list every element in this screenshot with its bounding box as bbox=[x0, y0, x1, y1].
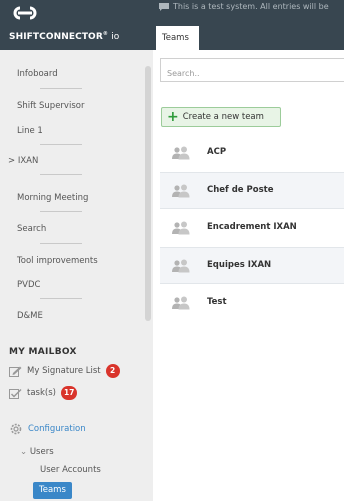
nav-separator bbox=[40, 298, 82, 299]
group-icon bbox=[172, 146, 190, 160]
plus-icon: + bbox=[167, 109, 179, 125]
nav-separator bbox=[40, 174, 82, 175]
sidebar-item-morning-meeting[interactable]: Morning Meeting bbox=[17, 193, 88, 203]
team-name: ACP bbox=[207, 147, 227, 157]
gear-icon bbox=[10, 423, 22, 435]
tasks-count-badge: 17 bbox=[60, 386, 78, 400]
tasks-label: task(s) bbox=[27, 388, 56, 398]
sidebar-nav: Infoboard Shift Supervisor Line 1 > IXAN… bbox=[0, 58, 145, 321]
team-row[interactable]: Equipes IXAN bbox=[160, 247, 344, 284]
task-check-icon bbox=[9, 388, 22, 399]
create-team-label: Create a new team bbox=[182, 112, 264, 122]
chat-bubble-icon bbox=[159, 3, 169, 11]
tab-strip: Teams bbox=[153, 19, 344, 50]
tasks-item[interactable]: task(s) 17 bbox=[9, 386, 78, 400]
sidebar-item-ixan[interactable]: > IXAN bbox=[8, 156, 38, 166]
create-team-button[interactable]: + Create a new team bbox=[161, 107, 281, 127]
configuration-label: Configuration bbox=[28, 424, 86, 434]
tab-teams[interactable]: Teams bbox=[156, 26, 199, 50]
configuration-item[interactable]: Configuration bbox=[9, 422, 86, 436]
team-row[interactable]: Chef de Poste bbox=[160, 172, 344, 209]
chevron-down-icon: ⌄ bbox=[20, 447, 30, 457]
sidebar-item-users[interactable]: ⌄ Users bbox=[20, 447, 54, 457]
search-input[interactable] bbox=[160, 58, 344, 82]
signature-edit-icon bbox=[9, 366, 22, 377]
team-name: Test bbox=[207, 297, 227, 307]
team-row[interactable]: Encadrement IXAN bbox=[160, 210, 344, 247]
sidebar-item-dme[interactable]: D&ME bbox=[17, 311, 43, 321]
signature-list-label: My Signature List bbox=[27, 366, 101, 376]
system-notice-text: This is a test system. All entries will … bbox=[173, 2, 329, 11]
team-name: Encadrement IXAN bbox=[207, 222, 297, 232]
nav-separator bbox=[40, 243, 82, 244]
group-icon bbox=[172, 259, 190, 273]
group-icon bbox=[172, 184, 190, 198]
group-icon bbox=[172, 221, 190, 235]
signature-list-item[interactable]: My Signature List 2 bbox=[9, 364, 120, 378]
sidebar-item-pvdc[interactable]: PVDC bbox=[17, 280, 40, 290]
team-name: Chef de Poste bbox=[207, 185, 274, 195]
sidebar-item-infoboard[interactable]: Infoboard bbox=[17, 69, 58, 79]
brand-header: SHIFTCONNECTOR® io bbox=[0, 0, 153, 50]
sidebar-item-teams[interactable]: Teams bbox=[33, 482, 72, 499]
sidebar: SHIFTCONNECTOR® io Infoboard Shift Super… bbox=[0, 0, 153, 501]
nav-separator bbox=[40, 144, 82, 145]
group-icon bbox=[172, 296, 190, 310]
sidebar-scrollbar[interactable] bbox=[145, 66, 151, 321]
sidebar-item-search[interactable]: Search bbox=[17, 224, 46, 234]
nav-separator bbox=[40, 88, 82, 89]
team-row[interactable]: Test bbox=[160, 285, 344, 322]
sidebar-item-shift-supervisor[interactable]: Shift Supervisor bbox=[17, 101, 84, 111]
shiftconnector-logo-icon[interactable] bbox=[10, 5, 40, 21]
sidebar-item-user-accounts[interactable]: User Accounts bbox=[40, 465, 101, 475]
sidebar-item-tool-improvements[interactable]: Tool improvements bbox=[17, 256, 98, 266]
mailbox-title: MY MAILBOX bbox=[9, 347, 77, 357]
nav-separator bbox=[40, 211, 82, 212]
brand-name: SHIFTCONNECTOR® io bbox=[9, 31, 120, 42]
sidebar-item-line-1[interactable]: Line 1 bbox=[17, 126, 43, 136]
team-name: Equipes IXAN bbox=[207, 260, 272, 270]
team-row[interactable]: ACP bbox=[160, 135, 344, 172]
users-label: Users bbox=[29, 447, 54, 457]
system-notice-bar: This is a test system. All entries will … bbox=[153, 0, 344, 19]
signature-count-badge: 2 bbox=[105, 364, 120, 378]
